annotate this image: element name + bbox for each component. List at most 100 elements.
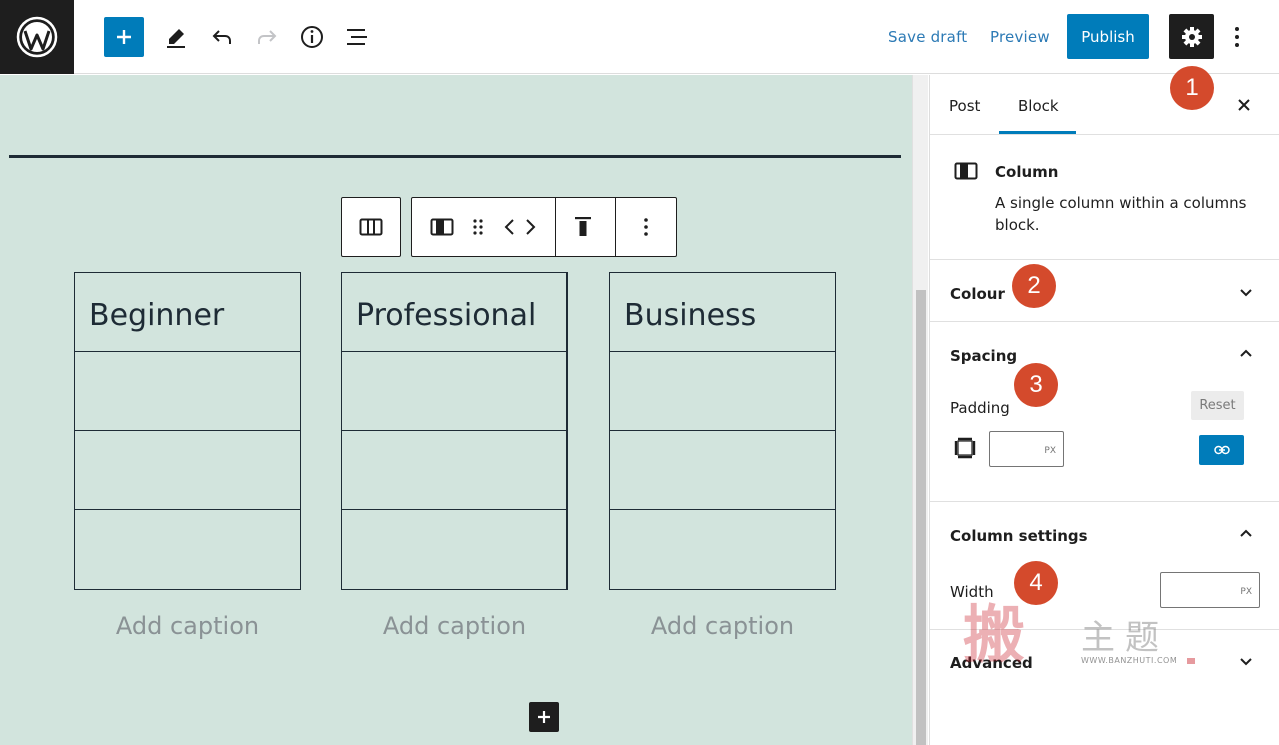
list-view-icon — [347, 29, 367, 45]
block-options-button[interactable] — [634, 214, 658, 240]
chevron-up-icon — [1240, 349, 1252, 357]
options-menu-button[interactable] — [1226, 22, 1248, 52]
chevron-down-icon — [1240, 289, 1252, 297]
chevron-down-icon — [1240, 658, 1252, 666]
table-cell[interactable] — [610, 431, 835, 510]
column-icon — [954, 162, 978, 180]
link-icon — [1213, 445, 1230, 455]
column-icon — [430, 218, 454, 236]
width-input[interactable]: PX — [1160, 572, 1260, 608]
undo-icon — [212, 30, 231, 44]
panel-divider — [930, 501, 1279, 502]
table-cell[interactable] — [610, 352, 835, 431]
chevron-up-icon — [1240, 529, 1252, 537]
width-label: Width — [950, 583, 994, 601]
table-cell[interactable] — [342, 510, 566, 589]
tab-block[interactable]: Block — [1018, 97, 1059, 115]
pencil-icon — [167, 29, 185, 48]
annotation-badge-4: 4 — [1014, 561, 1058, 605]
annotation-badge-3: 3 — [1014, 363, 1058, 407]
block-card-icon-wrap — [954, 162, 978, 185]
table-heading[interactable]: Beginner — [75, 273, 300, 352]
drag-handle[interactable] — [468, 216, 488, 238]
close-sidebar-button[interactable] — [1232, 93, 1256, 117]
redo-button[interactable] — [247, 17, 287, 57]
list-view-button[interactable] — [337, 17, 377, 57]
panel-divider — [930, 629, 1279, 630]
padding-label: Padding — [950, 399, 1010, 417]
annotation-badge-2: 2 — [1012, 264, 1056, 308]
table-caption[interactable]: Add caption — [74, 612, 301, 640]
block-card-title: Column — [995, 163, 1059, 181]
align-top-icon — [575, 217, 591, 236]
move-left-right-buttons[interactable] — [500, 215, 540, 239]
tools-button[interactable] — [156, 17, 196, 57]
drag-handle-icon — [473, 219, 483, 235]
gear-icon — [1181, 26, 1202, 47]
spacing-panel-chevron[interactable] — [1234, 341, 1258, 365]
column-settings-chevron[interactable] — [1234, 521, 1258, 545]
more-vertical-icon — [1235, 27, 1239, 47]
spacing-panel-toggle[interactable]: Spacing — [950, 347, 1017, 365]
settings-button[interactable] — [1169, 14, 1214, 59]
pricing-table-beginner[interactable]: Beginner — [74, 272, 301, 590]
column-settings-panel-toggle[interactable]: Column settings — [950, 527, 1088, 545]
table-cell[interactable] — [342, 431, 566, 510]
scrollbar-thumb[interactable] — [916, 290, 926, 745]
select-parent-columns-button[interactable] — [341, 197, 401, 257]
padding-input[interactable]: PX — [989, 431, 1064, 467]
annotation-badge-1: 1 — [1170, 66, 1214, 110]
info-icon — [301, 26, 323, 48]
more-vertical-icon — [644, 218, 648, 236]
tab-post[interactable]: Post — [949, 97, 980, 115]
vertical-alignment-button[interactable] — [567, 214, 599, 240]
preview-button[interactable]: Preview — [990, 28, 1050, 46]
wordpress-logo-icon — [16, 16, 58, 58]
tabs-divider — [930, 134, 1279, 135]
column-block-switcher[interactable] — [426, 217, 458, 237]
close-icon — [1238, 99, 1250, 111]
save-draft-button[interactable]: Save draft — [888, 28, 967, 46]
editor-top-toolbar: Save draft Preview Publish — [0, 0, 1279, 74]
table-cell[interactable] — [75, 431, 300, 510]
colour-panel-chevron[interactable] — [1234, 281, 1258, 305]
table-cell[interactable] — [342, 352, 566, 431]
link-sides-button[interactable] — [1199, 435, 1244, 465]
separator-block[interactable] — [9, 155, 901, 158]
add-block-button[interactable] — [104, 17, 144, 57]
table-heading[interactable]: Professional — [342, 273, 566, 352]
padding-sides-icon-wrap[interactable] — [954, 437, 976, 464]
table-cell[interactable] — [610, 510, 835, 589]
table-caption[interactable]: Add caption — [341, 612, 568, 640]
table-cell[interactable] — [75, 352, 300, 431]
columns-icon — [359, 218, 383, 236]
advanced-panel-chevron[interactable] — [1234, 650, 1258, 674]
wordpress-logo[interactable] — [0, 0, 74, 74]
plus-icon — [538, 711, 550, 723]
undo-button[interactable] — [202, 17, 242, 57]
reset-padding-button[interactable]: Reset — [1191, 391, 1244, 420]
canvas-scrollbar[interactable] — [912, 75, 928, 745]
publish-button[interactable]: Publish — [1067, 14, 1149, 59]
block-card-description: A single column within a columns block. — [995, 194, 1247, 234]
advanced-panel-toggle[interactable]: Advanced — [950, 654, 1033, 672]
editor-canvas: Beginner Add caption Professional Add ca… — [0, 75, 912, 745]
toolbar-divider — [555, 198, 556, 256]
block-toolbar — [411, 197, 677, 257]
panel-divider — [930, 321, 1279, 322]
table-cell[interactable] — [75, 510, 300, 589]
box-sides-icon — [954, 437, 976, 459]
table-caption[interactable]: Add caption — [609, 612, 836, 640]
block-inserter-button[interactable] — [529, 702, 559, 732]
colour-panel-toggle[interactable]: Colour — [950, 285, 1005, 303]
pricing-table-professional[interactable]: Professional — [341, 272, 568, 590]
details-button[interactable] — [292, 17, 332, 57]
redo-icon — [258, 30, 277, 44]
panel-divider — [930, 259, 1279, 260]
settings-sidebar: Post Block Column A single column within… — [929, 75, 1279, 745]
chevron-left-right-icon — [504, 219, 536, 235]
table-heading[interactable]: Business — [610, 273, 835, 352]
width-unit[interactable]: PX — [1240, 587, 1252, 597]
pricing-table-business[interactable]: Business — [609, 272, 836, 590]
padding-unit[interactable]: PX — [1044, 446, 1056, 456]
